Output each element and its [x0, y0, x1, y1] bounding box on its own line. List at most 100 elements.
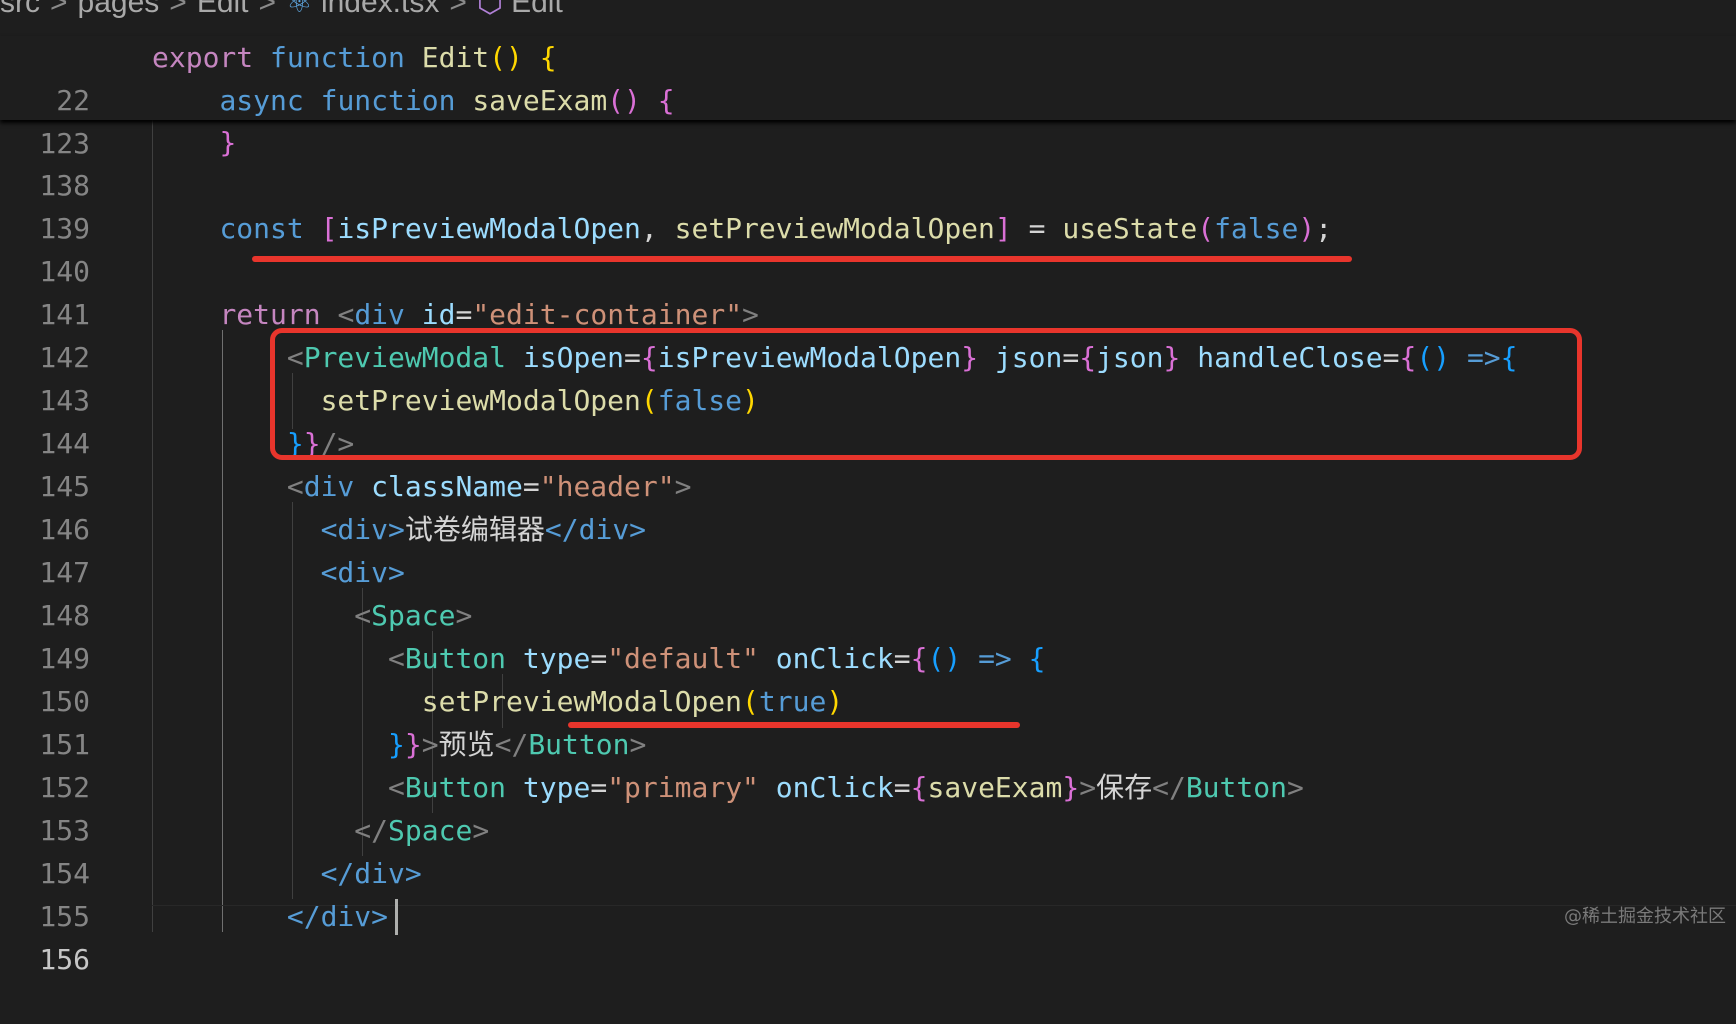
- operator: =: [893, 771, 911, 804]
- symbol-function-icon: ⬡: [476, 0, 504, 19]
- punctuation: <: [388, 771, 405, 804]
- bracket: (: [1197, 212, 1215, 245]
- chevron-right-icon: >: [50, 0, 68, 19]
- breadcrumb-item-src[interactable]: src: [0, 0, 40, 19]
- keyword: function: [320, 84, 456, 117]
- punctuation: >: [472, 814, 490, 847]
- jsx-text: 保存: [1096, 771, 1153, 804]
- breadcrumb-item-pages[interactable]: pages: [78, 0, 160, 19]
- component-tag: Space: [388, 814, 473, 847]
- annotation-box: [270, 328, 1582, 460]
- bracket: (): [607, 84, 641, 117]
- html-tag: </div>: [286, 900, 389, 933]
- bracket: }: [388, 728, 405, 761]
- html-tag: div: [303, 470, 355, 503]
- code-line[interactable]: 147 <div>试卷编辑器</div>: [0, 508, 1736, 589]
- keyword: async: [219, 84, 304, 117]
- bracket: {: [539, 41, 557, 74]
- bracket: {: [1028, 642, 1046, 675]
- punctuation: <: [337, 298, 355, 331]
- keyword: const: [219, 212, 304, 245]
- react-file-icon: ⚛: [286, 0, 313, 19]
- bracket: }: [219, 126, 237, 159]
- text-cursor: [395, 899, 398, 935]
- html-tag: </div>: [544, 513, 647, 546]
- component-tag: Button: [404, 642, 507, 675]
- operator: =: [522, 470, 540, 503]
- function-call: useState: [1062, 212, 1198, 245]
- html-tag: </div>: [320, 857, 422, 890]
- code-line[interactable]: 123 async function saveExam() {: [0, 79, 1736, 160]
- code-line[interactable]: 140 const [isPreviewModalOpen, setPrevie…: [0, 207, 1736, 288]
- code-line[interactable]: 146 <div className="header">: [0, 465, 1736, 546]
- variable: isPreviewModalOpen: [337, 212, 641, 245]
- code-line[interactable]: 148 <div>: [0, 551, 1736, 632]
- bracket: (): [489, 41, 523, 74]
- bracket: {: [657, 84, 675, 117]
- keyword: function: [270, 41, 405, 74]
- code-line[interactable]: 153 <Button type="primary" onClick={save…: [0, 766, 1736, 847]
- string: "edit-container": [472, 298, 743, 331]
- code-line[interactable]: 150 <Button type="default" onClick={() =…: [0, 637, 1736, 718]
- punctuation: >: [629, 728, 647, 761]
- code-line[interactable]: 155 </div>: [0, 852, 1736, 933]
- punctuation: <: [354, 599, 372, 632]
- variable: saveExam: [927, 771, 1063, 804]
- watermark: @稀土掘金技术社区: [1564, 906, 1726, 927]
- code-line[interactable]: 138 }: [0, 121, 1736, 202]
- keyword: export: [152, 41, 254, 74]
- function-name: Edit: [421, 41, 490, 74]
- function-call: setPreviewModalOpen: [421, 685, 743, 718]
- breadcrumb: src > pages > Edit > ⚛ index.tsx > ⬡ Edit: [0, 0, 1736, 26]
- breadcrumb-item-symbol[interactable]: Edit: [511, 0, 563, 19]
- code-line[interactable]: 149 <Space>: [0, 594, 1736, 675]
- punctuation: >: [1079, 771, 1097, 804]
- code-line[interactable]: 151 setPreviewModalOpen(true): [0, 680, 1736, 761]
- string: "header": [539, 470, 675, 503]
- code-line[interactable]: 22 export function Edit() {: [0, 36, 1736, 117]
- function-name: saveExam: [472, 84, 608, 117]
- html-tag: div: [354, 298, 405, 331]
- annotation-underline: [568, 722, 1020, 728]
- bracket: ): [1298, 212, 1316, 245]
- literal: false: [1214, 212, 1299, 245]
- punctuation: >: [742, 298, 759, 331]
- operator: =: [590, 642, 608, 675]
- operator: =: [1028, 212, 1046, 245]
- attribute: id: [421, 298, 456, 331]
- chevron-right-icon: >: [258, 0, 277, 19]
- sticky-scroll-header[interactable]: 22 export function Edit() { 123 async fu…: [0, 36, 1736, 160]
- bracket: ]: [994, 212, 1012, 245]
- code-line[interactable]: 152 }}>预览</Button>: [0, 723, 1736, 804]
- code-line[interactable]: 154 </Space>: [0, 809, 1736, 890]
- arrow: =>: [978, 642, 1012, 675]
- line-number: 123: [39, 127, 90, 160]
- bracket: }: [1062, 771, 1080, 804]
- breadcrumb-item-edit-folder[interactable]: Edit: [197, 0, 249, 19]
- keyword: return: [219, 298, 321, 331]
- punctuation: >: [421, 728, 439, 761]
- jsx-text: 预览: [438, 728, 495, 761]
- punctuation: <: [388, 642, 405, 675]
- chevron-right-icon: >: [169, 0, 187, 19]
- operator: =: [590, 771, 608, 804]
- component-tag: Space: [371, 599, 456, 632]
- code-line[interactable]: 139: [0, 164, 1736, 245]
- breadcrumb-item-file[interactable]: index.tsx: [321, 0, 439, 19]
- punctuation: ;: [1315, 212, 1333, 245]
- literal: true: [758, 685, 827, 718]
- punctuation: </: [354, 814, 389, 847]
- html-tag: <div>: [320, 513, 405, 546]
- punctuation: ,: [640, 212, 658, 245]
- bracket: (): [927, 642, 962, 675]
- punctuation: <: [286, 470, 304, 503]
- component-tag: Button: [528, 728, 630, 761]
- html-tag: <div>: [320, 556, 405, 589]
- attribute: onClick: [775, 642, 894, 675]
- attribute: className: [371, 470, 523, 503]
- operator: =: [455, 298, 473, 331]
- component-tag: Button: [1185, 771, 1287, 804]
- string: "primary": [607, 771, 759, 804]
- bracket: ): [826, 685, 844, 718]
- bracket: (: [742, 685, 759, 718]
